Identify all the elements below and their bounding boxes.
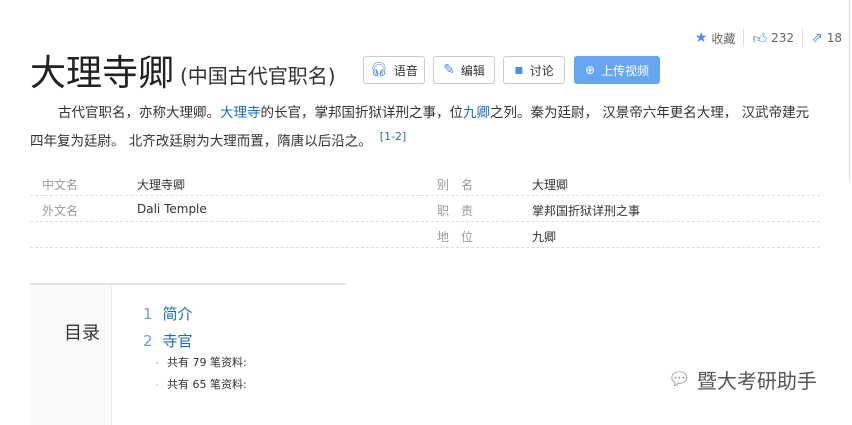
toc-sidebar (30, 285, 112, 425)
pencil-icon: ✎ (443, 62, 455, 78)
infobox-row: 外文名 Dali Temple 职 责 掌邦国折狱详刑之事 (30, 196, 820, 222)
toc-heading: 目录 (64, 323, 100, 344)
discuss-button[interactable]: ▪ 讨论 (503, 56, 565, 84)
reference-link[interactable]: [1-2] (380, 130, 407, 143)
toc-item[interactable]: 1 简介 (143, 303, 193, 324)
infobox-row: 中文名 大理寺卿 别 名 大理卿 (30, 170, 820, 196)
toc-item[interactable]: 2 寺官 (143, 330, 193, 351)
like-button[interactable]: 👍︎ 232 (744, 29, 803, 47)
wechat-icon: 💬︎ (668, 369, 691, 390)
collect-button[interactable]: ★ 收藏 (687, 29, 745, 47)
share-button[interactable]: ⇗ 18 (803, 29, 842, 47)
watermark: 💬︎ 暨大考研助手 (668, 369, 817, 393)
headphones-icon: 🎧︎ (370, 62, 388, 78)
link-jiuqing[interactable]: 九卿 (463, 105, 490, 121)
toc-subitem[interactable]: - 共有 65 笔资料: (155, 376, 247, 392)
page-title: 大理寺卿 (30, 53, 175, 94)
page-subtitle: (中国古代官职名) (180, 64, 336, 88)
summary-paragraph: 古代官职名，亦称大理卿。大理寺的长官，掌邦国折狱详刑之事，位九卿之列。秦为廷尉，… (30, 105, 810, 150)
toc-subitem[interactable]: - 共有 79 笔资料: (155, 354, 247, 370)
edit-button[interactable]: ✎ 编辑 (433, 56, 495, 84)
chat-icon: ▪ (514, 62, 524, 78)
article-actions: ★ 收藏 👍︎ 232 ⇗ 18 (687, 29, 842, 47)
link-dalisi[interactable]: 大理寺 (220, 105, 261, 121)
plus-circle-icon: ⊕ (584, 63, 596, 77)
star-icon: ★ (694, 30, 708, 46)
upload-video-button[interactable]: ⊕ 上传视频 (574, 56, 660, 84)
share-icon: ⇗ (810, 30, 823, 46)
scrollbar-edge (849, 0, 850, 180)
thumbs-up-icon: 👍︎ (752, 30, 768, 47)
voice-button[interactable]: 🎧︎ 语音 (363, 56, 425, 84)
infobox-row: 地 位 九卿 (30, 222, 820, 248)
